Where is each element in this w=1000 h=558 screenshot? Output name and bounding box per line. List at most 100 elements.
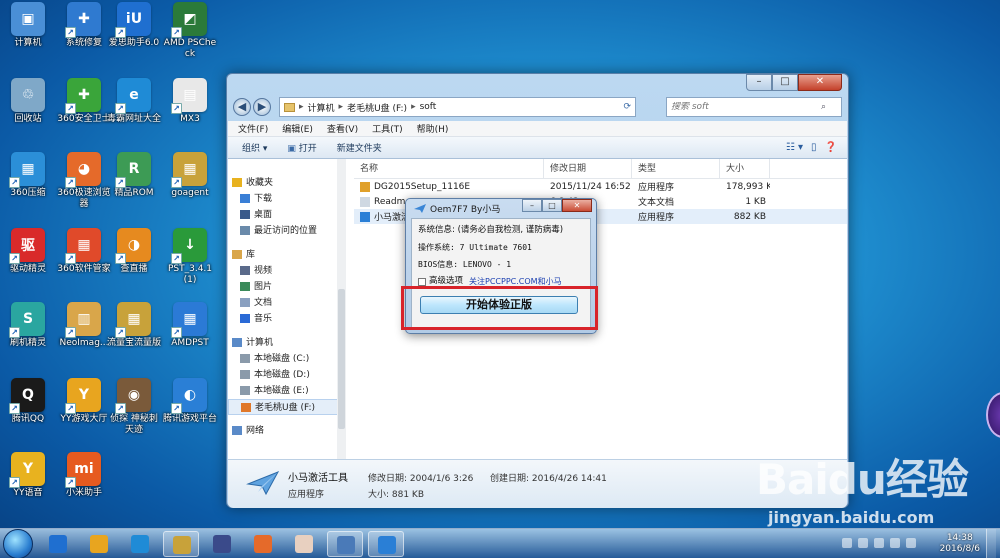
nav-item[interactable]: 文档 — [228, 295, 345, 311]
desktop-icon[interactable]: ◩ ↗ AMD PSCheck — [162, 2, 218, 60]
taskbar-app-button[interactable] — [122, 531, 158, 557]
desktop-icon[interactable]: S ↗ 刷机精灵 — [0, 302, 56, 349]
nav-item[interactable]: 本地磁盘 (E:) — [228, 383, 345, 399]
taskbar-app-button[interactable] — [204, 531, 240, 557]
start-button[interactable] — [3, 529, 33, 558]
menu-tools[interactable]: 工具(T) — [372, 122, 403, 135]
minimize-button[interactable]: – — [746, 74, 772, 91]
desktop-icon[interactable]: ▦ ↗ 360软件管家 — [56, 228, 112, 275]
nav-item[interactable]: 下载 — [228, 191, 345, 207]
navigation-scrollbar[interactable] — [337, 159, 346, 459]
shortcut-arrow-icon: ↗ — [65, 103, 76, 114]
desktop-icon[interactable]: 驱 ↗ 驱动精灵 — [0, 228, 56, 275]
nav-item[interactable]: 桌面 — [228, 207, 345, 223]
file-row[interactable]: DG2015Setup_1116E 2015/11/24 16:52 应用程序 178… — [354, 179, 847, 194]
search-input[interactable] — [671, 102, 821, 112]
nav-item[interactable]: 库 — [228, 247, 345, 263]
menu-edit[interactable]: 编辑(E) — [282, 122, 313, 135]
new-folder-button[interactable]: 新建文件夹 — [337, 141, 382, 154]
menu-view[interactable]: 查看(V) — [327, 122, 358, 135]
menu-file[interactable]: 文件(F) — [238, 122, 268, 135]
desktop-icon[interactable]: ▦ ↗ AMDPST — [162, 302, 218, 349]
nav-item-label: 网络 — [246, 426, 265, 436]
desktop-icon[interactable]: mi ↗ 小米助手 — [56, 452, 112, 499]
forward-button[interactable]: ▶ — [253, 98, 271, 116]
scrollbar-thumb[interactable] — [338, 289, 345, 429]
taskbar-app-button[interactable] — [40, 531, 76, 557]
tray-volume-icon[interactable] — [890, 538, 900, 548]
taskbar-app-button[interactable] — [286, 531, 322, 557]
organize-button[interactable]: 组织 ▾ — [242, 141, 267, 154]
refresh-icon[interactable]: ⟳ — [623, 102, 631, 112]
desktop-icon[interactable]: ◑ ↗ 查直播 — [106, 228, 162, 275]
clock[interactable]: 14:38 2016/8/6 — [940, 533, 980, 555]
desktop-icon[interactable]: ▤ ↗ MX3 — [162, 78, 218, 125]
tray-network-icon[interactable] — [874, 538, 884, 548]
column-date[interactable]: 修改日期 — [544, 159, 632, 178]
desktop-icon[interactable]: ▦ ↗ 流量宝流量版 — [106, 302, 162, 349]
open-button[interactable]: ▣ 打开 — [287, 141, 316, 154]
desktop-icon[interactable]: ▥ ↗ NeoImag... — [56, 302, 112, 349]
column-type[interactable]: 类型 — [632, 159, 720, 178]
desktop-icon[interactable]: Q ↗ 腾讯QQ — [0, 378, 56, 425]
tray-app-icon[interactable] — [842, 538, 852, 548]
desktop-icon[interactable]: ▦ ↗ 360压缩 — [0, 152, 56, 199]
open-label: 打开 — [298, 144, 317, 154]
search-box[interactable]: ⌕ — [666, 97, 842, 117]
column-size[interactable]: 大小 — [720, 159, 770, 178]
dialog-minimize-button[interactable]: – — [522, 199, 542, 212]
taskbar-app-button[interactable] — [81, 531, 117, 557]
column-name[interactable]: 名称 — [354, 159, 544, 178]
nav-item[interactable]: 收藏夹 — [228, 175, 345, 191]
desktop-icon[interactable]: Y ↗ YY语音 — [0, 452, 56, 499]
desktop-app-icon: 驱 ↗ — [9, 228, 45, 264]
desktop-icon[interactable]: ◉ ↗ 侦探 神秘刺 天迹 — [106, 378, 162, 436]
tray-app-icon[interactable] — [858, 538, 868, 548]
back-button[interactable]: ◀ — [233, 98, 251, 116]
desktop-icon[interactable]: ◐ ↗ 腾讯游戏平台 — [162, 378, 218, 425]
nav-item[interactable]: 老毛桃U盘 (F:) — [228, 399, 345, 415]
nav-item[interactable]: 最近访问的位置 — [228, 223, 345, 239]
file-type-icon — [360, 211, 370, 222]
search-icon[interactable]: ⌕ — [821, 102, 826, 112]
taskbar-app-button[interactable] — [368, 531, 404, 557]
taskbar-app-button[interactable] — [163, 531, 199, 557]
desktop-icon[interactable]: ↓ ↗ PST_3.4.1 (1) — [162, 228, 218, 286]
preview-pane-icon[interactable]: ▯ — [811, 142, 817, 153]
desktop-icon[interactable]: ▣ 计算机 — [0, 2, 56, 49]
taskbar-app-button[interactable] — [327, 531, 363, 557]
close-button[interactable]: ✕ — [798, 74, 842, 91]
taskbar-app-button[interactable] — [245, 531, 281, 557]
nav-item[interactable]: 网络 — [228, 423, 345, 439]
show-desktop-button[interactable] — [986, 529, 996, 558]
desktop-icon[interactable]: Y ↗ YY游戏大厅 — [56, 378, 112, 425]
desktop-icon[interactable]: iU ↗ 爱思助手6.0 — [106, 2, 162, 49]
nav-item[interactable]: 计算机 — [228, 335, 345, 351]
advanced-options-checkbox[interactable] — [418, 277, 426, 286]
tray-flag-icon[interactable] — [906, 538, 916, 548]
nav-item[interactable]: 本地磁盘 (D:) — [228, 367, 345, 383]
desktop-icon[interactable]: ♲ 回收站 — [0, 78, 56, 125]
dialog-close-button[interactable]: ✕ — [562, 199, 592, 212]
desktop-icon[interactable]: e ↗ 毒霸网址大全 — [106, 78, 162, 125]
maximize-button[interactable]: □ — [772, 74, 798, 91]
nav-item[interactable]: 视频 — [228, 263, 345, 279]
desktop-icon[interactable]: R ↗ 精品ROM — [106, 152, 162, 199]
breadcrumb-computer[interactable]: 计算机 — [308, 101, 335, 114]
nav-item[interactable]: 本地磁盘 (C:) — [228, 351, 345, 367]
desktop-icon[interactable]: ✚ ↗ 系统修复 — [56, 2, 112, 49]
desktop-icon[interactable]: ✚ ↗ 360安全卫士 — [56, 78, 112, 125]
breadcrumb-drive[interactable]: 老毛桃U盘 (F:) — [347, 101, 407, 114]
dialog-maximize-button[interactable]: □ — [542, 199, 562, 212]
desktop-icon[interactable]: ◕ ↗ 360极速浏览器 — [56, 152, 112, 210]
breadcrumb-folder[interactable]: soft — [420, 102, 437, 112]
nav-item-label: 计算机 — [246, 338, 274, 348]
address-bar[interactable]: ▸ 计算机 ▸ 老毛桃U盘 (F:) ▸ soft ⟳ — [279, 97, 636, 117]
desktop-icon[interactable]: ▦ ↗ goagent — [162, 152, 218, 199]
help-icon[interactable]: ❓ — [825, 142, 837, 153]
nav-item[interactable]: 图片 — [228, 279, 345, 295]
menu-help[interactable]: 帮助(H) — [417, 122, 449, 135]
nav-item[interactable]: 音乐 — [228, 311, 345, 327]
side-gadget-orb[interactable] — [986, 392, 1000, 438]
view-options-icon[interactable]: ☷ ▾ — [786, 142, 803, 153]
